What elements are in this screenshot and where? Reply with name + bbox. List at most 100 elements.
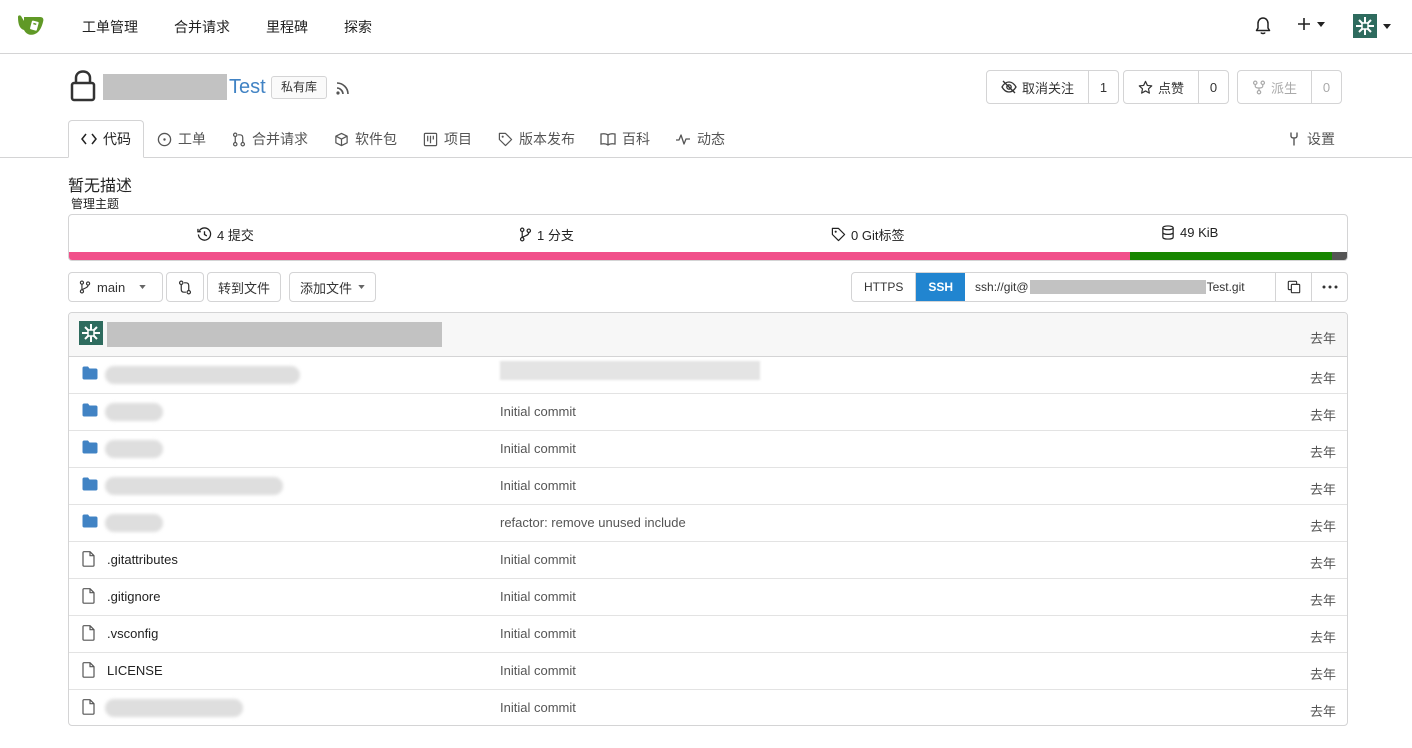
watch-button-group[interactable]: 取消关注 1 <box>986 70 1120 104</box>
tab-wiki[interactable]: 百科 <box>588 120 662 158</box>
file-name-redacted[interactable] <box>105 699 243 717</box>
latest-commit-time: 去年 <box>1309 331 1336 346</box>
compare-icon <box>178 280 192 294</box>
commit-message-link[interactable]: Initial commit <box>500 478 576 493</box>
ssh-button[interactable]: SSH <box>916 273 966 301</box>
language-segment[interactable] <box>69 252 1130 260</box>
tag-icon <box>831 227 846 242</box>
tab-code[interactable]: 代码 <box>68 120 144 158</box>
project-icon <box>423 132 438 146</box>
commits-stat[interactable]: 4 提交 <box>197 225 254 244</box>
file-name-redacted[interactable] <box>105 440 163 458</box>
nav-issues[interactable]: 工单管理 <box>82 17 138 37</box>
star-button-group[interactable]: 点赞 0 <box>1123 70 1230 104</box>
code-icon <box>81 133 97 145</box>
pull-request-icon <box>232 132 246 146</box>
branch-icon <box>79 280 91 294</box>
copy-icon <box>1287 280 1300 294</box>
table-row: Initial commit 去年 <box>69 690 1347 725</box>
tab-pull-requests[interactable]: 合并请求 <box>220 120 320 158</box>
tab-releases[interactable]: 版本发布 <box>486 120 587 158</box>
commit-message-link[interactable]: Initial commit <box>500 700 576 715</box>
commit-message-link[interactable]: refactor: remove unused include <box>500 515 686 530</box>
tab-packages[interactable]: 软件包 <box>322 120 409 158</box>
table-row: .gitignore Initial commit 去年 <box>69 579 1347 616</box>
branch-selector[interactable]: main <box>68 272 163 302</box>
database-icon <box>1162 225 1174 240</box>
plus-icon <box>1298 18 1310 30</box>
repo-owner-redacted <box>103 74 227 100</box>
nav-explore[interactable]: 探索 <box>344 17 372 37</box>
tab-settings[interactable]: 设置 <box>1275 120 1347 158</box>
branch-icon <box>519 227 532 242</box>
issue-icon <box>157 132 172 146</box>
file-table: 去年 去年 Initial commit 去年 Initial commit 去年 Ini… <box>68 312 1348 726</box>
book-icon <box>600 133 616 146</box>
repo-stats-bar: 4 提交 1 分支 0 Git标签 49 KiB <box>68 214 1348 261</box>
caret-down-icon <box>139 285 146 289</box>
unwatch-button[interactable]: 取消关注 <box>987 71 1090 103</box>
go-to-file-button[interactable]: 转到文件 <box>207 272 282 302</box>
private-badge: 私有库 <box>271 76 328 99</box>
folder-icon <box>82 403 98 417</box>
fork-button[interactable]: 派生 <box>1238 71 1313 103</box>
folder-icon <box>82 514 98 528</box>
watch-count[interactable]: 1 <box>1089 71 1118 103</box>
repo-name-link[interactable]: Test <box>229 76 266 99</box>
commit-message-redacted[interactable] <box>500 361 760 380</box>
commit-time: 去年 <box>1309 519 1336 534</box>
fork-button-group[interactable]: 派生 0 <box>1237 70 1343 104</box>
user-menu[interactable] <box>1353 14 1391 38</box>
commit-message-link[interactable]: Initial commit <box>500 552 576 567</box>
file-name-link[interactable]: .gitignore <box>107 589 160 604</box>
table-row: Initial commit 去年 <box>69 431 1347 468</box>
file-name-redacted[interactable] <box>105 366 300 384</box>
commit-message-link[interactable]: Initial commit <box>500 663 576 678</box>
table-row: .vsconfig Initial commit 去年 <box>69 616 1347 653</box>
nav-pulls[interactable]: 合并请求 <box>174 17 230 37</box>
gitea-logo-icon[interactable] <box>16 13 46 39</box>
tab-issues[interactable]: 工单 <box>145 120 218 158</box>
pulse-icon <box>676 134 690 145</box>
file-name-link[interactable]: .vsconfig <box>107 626 158 641</box>
rss-icon[interactable] <box>335 80 351 96</box>
file-icon <box>82 551 95 567</box>
create-menu[interactable] <box>1297 17 1325 31</box>
file-name-link[interactable]: .gitattributes <box>107 552 178 567</box>
commit-message-link[interactable]: Initial commit <box>500 441 576 456</box>
package-icon <box>335 132 348 146</box>
more-button[interactable] <box>1311 273 1347 301</box>
star-count[interactable]: 0 <box>1199 71 1228 103</box>
clone-url-input[interactable]: ssh://git@ Test.git <box>965 273 1275 301</box>
nav-milestones[interactable]: 里程碑 <box>266 17 308 37</box>
avatar[interactable] <box>79 321 103 345</box>
manage-topics-link[interactable]: 管理主题 <box>71 195 119 212</box>
file-name-redacted[interactable] <box>105 514 163 532</box>
commit-message-link[interactable]: Initial commit <box>500 626 576 641</box>
compare-button[interactable] <box>166 272 204 302</box>
https-button[interactable]: HTTPS <box>852 273 917 301</box>
file-name-link[interactable]: LICENSE <box>107 663 163 678</box>
file-name-redacted[interactable] <box>105 477 283 495</box>
add-file-button[interactable]: 添加文件 <box>289 272 377 302</box>
commit-message-link[interactable]: Initial commit <box>500 404 576 419</box>
size-stat: 49 KiB <box>1161 225 1218 240</box>
language-segment[interactable] <box>1331 252 1347 260</box>
fork-count[interactable]: 0 <box>1312 71 1341 103</box>
language-bar[interactable] <box>69 252 1347 260</box>
language-segment[interactable] <box>1129 252 1332 260</box>
caret-down-icon <box>1383 23 1391 29</box>
copy-button[interactable] <box>1275 273 1311 301</box>
star-button[interactable]: 点赞 <box>1124 71 1200 103</box>
tags-stat[interactable]: 0 Git标签 <box>831 225 904 244</box>
file-name-redacted[interactable] <box>105 403 163 421</box>
clone-url-redacted <box>1029 280 1206 294</box>
bell-icon[interactable] <box>1255 17 1271 35</box>
repo-description: 暂无描述 <box>68 178 133 195</box>
tab-activity[interactable]: 动态 <box>663 120 737 158</box>
commit-message-link[interactable]: Initial commit <box>500 589 576 604</box>
tab-projects[interactable]: 项目 <box>411 120 484 158</box>
folder-icon <box>82 477 98 491</box>
branches-stat[interactable]: 1 分支 <box>519 225 574 244</box>
file-icon <box>82 699 95 715</box>
